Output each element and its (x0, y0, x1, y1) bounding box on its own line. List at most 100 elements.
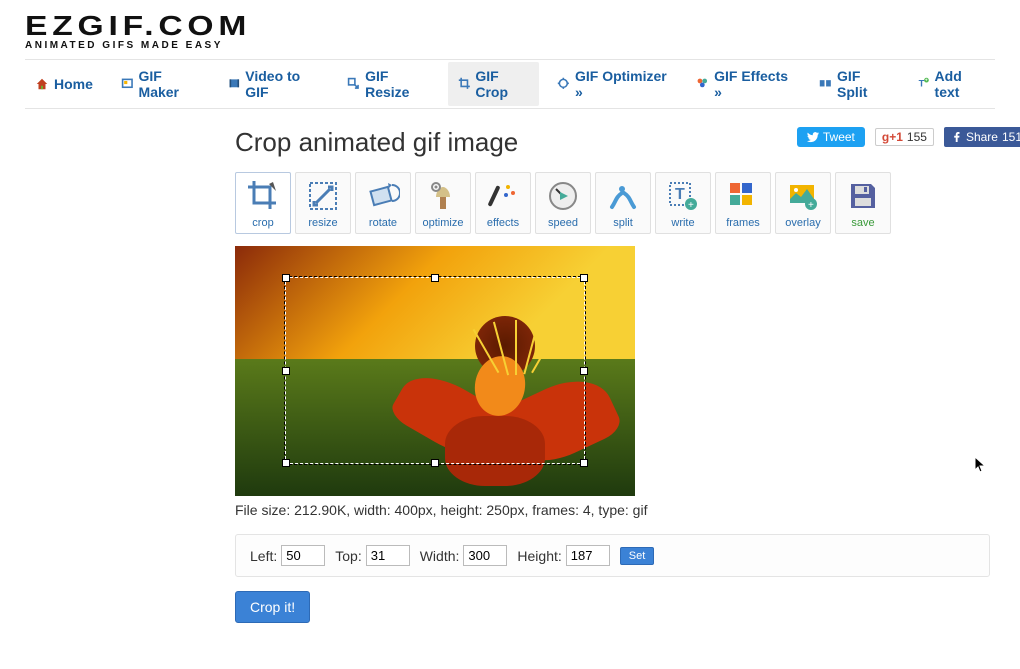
fb-share-count: 151 (1002, 130, 1020, 144)
width-label: Width: (420, 548, 460, 564)
tool-overlay-label: overlay (778, 217, 828, 229)
resize-icon (347, 77, 360, 91)
optimize-icon (426, 179, 460, 213)
tweet-label: Tweet (823, 130, 855, 144)
write-icon: T+ (666, 179, 700, 213)
effects-icon (696, 77, 709, 91)
tool-frames[interactable]: frames (715, 172, 771, 234)
home-icon (35, 77, 49, 91)
share-row: Tweet g+1 155 Share 151 (797, 127, 1020, 147)
nav-gif-maker[interactable]: GIF Maker (111, 62, 210, 106)
main-nav: Home GIF Maker Video to GIF GIF Resize G… (25, 59, 995, 109)
set-button[interactable]: Set (620, 547, 655, 565)
tool-save-label: save (838, 217, 888, 229)
tool-toolbar: crop resize rotate optimize effects spee… (235, 172, 990, 234)
crop-selection[interactable] (285, 277, 585, 464)
tool-effects[interactable]: effects (475, 172, 531, 234)
top-input[interactable] (366, 545, 410, 566)
tool-write[interactable]: T+ write (655, 172, 711, 234)
nav-gif-maker-label: GIF Maker (139, 68, 200, 100)
tool-frames-label: frames (718, 217, 768, 229)
nav-home[interactable]: Home (25, 62, 103, 106)
gplus-count: 155 (907, 130, 927, 144)
crop-handle-s[interactable] (431, 459, 439, 467)
nav-home-label: Home (54, 76, 93, 92)
svg-text:+: + (688, 200, 694, 211)
save-icon (846, 179, 880, 213)
top-label: Top: (335, 548, 361, 564)
tool-save[interactable]: save (835, 172, 891, 234)
crop-form: Left: Top: Width: Height: Set (235, 534, 990, 577)
tool-rotate[interactable]: rotate (355, 172, 411, 234)
tool-write-label: write (658, 217, 708, 229)
nav-video-to-gif[interactable]: Video to GIF (218, 62, 330, 106)
crop-handle-e[interactable] (580, 367, 588, 375)
tool-split[interactable]: split (595, 172, 651, 234)
nav-gif-optimizer[interactable]: GIF Optimizer » (547, 62, 678, 106)
gplus-icon: g+1 (882, 130, 903, 144)
frames-icon (726, 179, 760, 213)
site-logo[interactable]: EZGIF.COM ANIMATED GIFS MADE EASY (25, 10, 995, 51)
facebook-icon (952, 132, 962, 142)
width-field: Width: (420, 545, 508, 566)
crop-handle-ne[interactable] (580, 274, 588, 282)
left-label: Left: (250, 548, 277, 564)
nav-add-text[interactable]: T+ Add text (907, 62, 995, 106)
optimizer-icon (557, 77, 570, 91)
tool-rotate-label: rotate (358, 217, 408, 229)
nav-gif-split-label: GIF Split (837, 68, 889, 100)
crop-icon (246, 179, 280, 213)
nav-gif-resize-label: GIF Resize (365, 68, 430, 100)
crop-handle-nw[interactable] (282, 274, 290, 282)
tool-split-label: split (598, 217, 648, 229)
tool-effects-label: effects (478, 217, 528, 229)
twitter-icon (807, 131, 819, 143)
rotate-icon (366, 179, 400, 213)
nav-video-to-gif-label: Video to GIF (245, 68, 319, 100)
crop-it-button[interactable]: Crop it! (235, 591, 310, 623)
overlay-icon: + (786, 179, 820, 213)
image-meta: File size: 212.90K, width: 400px, height… (235, 502, 990, 518)
tool-optimize[interactable]: optimize (415, 172, 471, 234)
svg-text:+: + (925, 79, 928, 84)
left-field: Left: (250, 545, 325, 566)
height-field: Height: (517, 545, 609, 566)
tool-overlay[interactable]: + overlay (775, 172, 831, 234)
image-preview[interactable] (235, 246, 635, 496)
resize-icon (306, 179, 340, 213)
video-icon (228, 77, 241, 91)
add-text-icon: T+ (917, 77, 930, 91)
tool-speed-label: speed (538, 217, 588, 229)
nav-gif-effects[interactable]: GIF Effects » (686, 62, 801, 106)
nav-gif-split[interactable]: GIF Split (809, 62, 899, 106)
tool-optimize-label: optimize (418, 217, 468, 229)
crop-icon (458, 77, 471, 91)
top-field: Top: (335, 545, 409, 566)
tool-resize[interactable]: resize (295, 172, 351, 234)
tool-resize-label: resize (298, 217, 348, 229)
fb-share-button[interactable]: Share 151 (944, 127, 1020, 147)
crop-handle-w[interactable] (282, 367, 290, 375)
gplus-button[interactable]: g+1 155 (875, 128, 934, 146)
tweet-button[interactable]: Tweet (797, 127, 865, 147)
height-input[interactable] (566, 545, 610, 566)
crop-handle-se[interactable] (580, 459, 588, 467)
nav-gif-crop-label: GIF Crop (475, 68, 529, 100)
width-input[interactable] (463, 545, 507, 566)
speed-icon (546, 179, 580, 213)
split-icon (819, 77, 832, 91)
tool-crop[interactable]: crop (235, 172, 291, 234)
nav-gif-optimizer-label: GIF Optimizer » (575, 68, 669, 100)
crop-handle-n[interactable] (431, 274, 439, 282)
tool-crop-label: crop (238, 217, 288, 229)
gif-maker-icon (121, 77, 134, 91)
left-input[interactable] (281, 545, 325, 566)
tool-speed[interactable]: speed (535, 172, 591, 234)
effects-icon (486, 179, 520, 213)
crop-handle-sw[interactable] (282, 459, 290, 467)
svg-text:T: T (918, 79, 924, 90)
svg-text:T: T (675, 186, 685, 203)
svg-text:+: + (808, 200, 814, 211)
nav-gif-resize[interactable]: GIF Resize (337, 62, 439, 106)
nav-gif-crop[interactable]: GIF Crop (448, 62, 540, 106)
